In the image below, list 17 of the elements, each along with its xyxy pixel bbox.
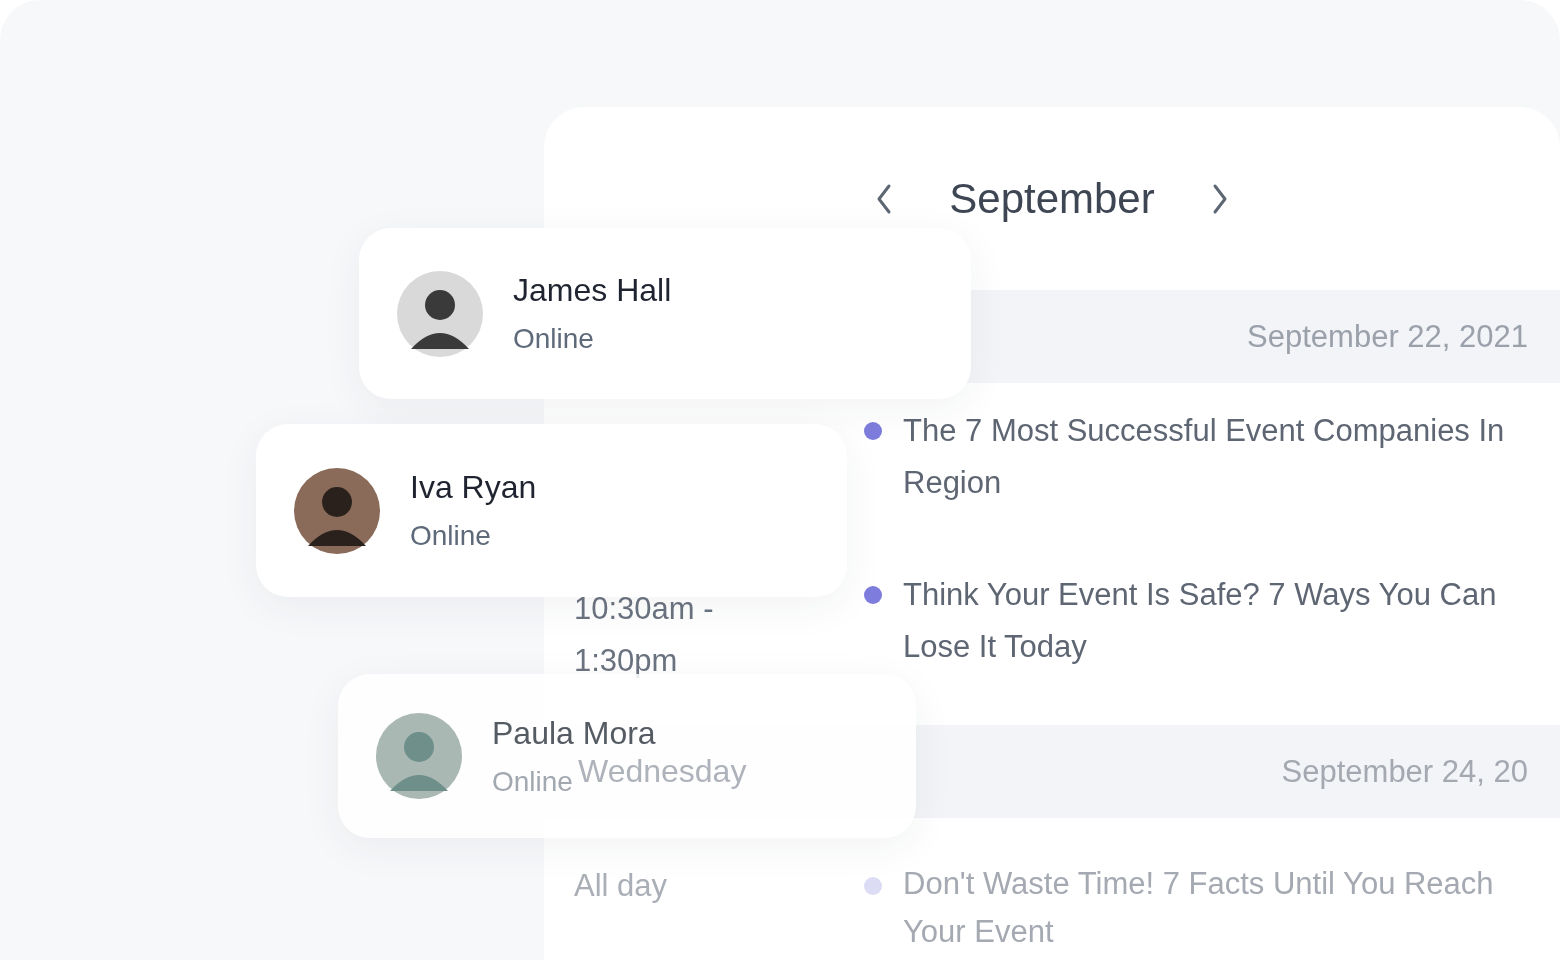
month-title: September <box>948 174 1156 223</box>
contact-name: Iva Ryan <box>410 469 537 506</box>
contact-name: Paula Mora <box>492 714 656 752</box>
contact-card[interactable]: James Hall Online <box>359 228 971 399</box>
event-dot <box>864 877 882 895</box>
event-time: All day <box>574 867 669 905</box>
contact-name: James Hall <box>513 272 672 309</box>
contact-status: Online <box>410 520 492 552</box>
date-label: September 22, 2021 <box>1247 318 1528 355</box>
date-label: September 24, 20 <box>1281 753 1528 790</box>
contact-card[interactable]: Iva Ryan Online <box>256 424 847 597</box>
weekday-label: Wednesday <box>578 753 747 790</box>
event-title[interactable]: The 7 Most Successful Event Companies In Region <box>903 405 1523 509</box>
contact-status: Online <box>513 323 595 355</box>
event-dot <box>864 422 882 440</box>
event-dot <box>864 586 882 604</box>
event-title[interactable]: Think Your Event Is Safe? 7 Ways You Can Lose It Today <box>903 569 1523 673</box>
